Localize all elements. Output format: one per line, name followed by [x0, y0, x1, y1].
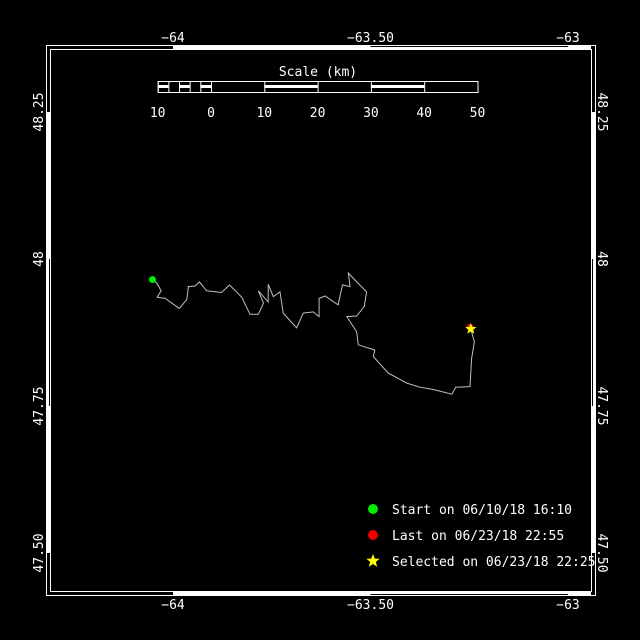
scale-bar: Scale (km) 10 0 10 20 30 40 50	[150, 65, 485, 121]
scale-bar-title: Scale (km)	[279, 65, 357, 80]
scale-bar-tick-label: 10	[256, 106, 272, 121]
scale-bar-tick-label: 10	[150, 106, 166, 121]
frame-bar-bottom	[173, 591, 371, 596]
scale-bar-segment	[370, 85, 425, 88]
frame-bar-top	[173, 45, 371, 50]
scale-bar-tick-label: 50	[470, 106, 486, 121]
scale-bar-segment	[157, 85, 169, 88]
lon-tick-label-bottom: −63	[556, 598, 579, 613]
start-marker	[148, 276, 156, 284]
lat-tick-label-right: 48.25	[594, 92, 609, 131]
lon-tick-label-top: −63.50	[347, 31, 394, 46]
lat-tick-label-left: 48.25	[32, 92, 47, 131]
last-dot-icon	[368, 530, 378, 540]
lon-tick-label-top: −63	[556, 31, 579, 46]
start-dot-icon	[368, 504, 378, 514]
lat-tick-label-left: 47.75	[32, 386, 47, 425]
scale-bar-segment	[264, 85, 318, 88]
legend-selected-label: Selected on 06/23/18 22:25	[392, 555, 596, 570]
lat-tick-label-right: 48	[594, 251, 609, 267]
scale-bar-tick-label: 40	[416, 106, 432, 121]
drifter-track-line	[152, 271, 475, 395]
scale-bar-segment	[200, 85, 211, 88]
scale-bar-tick-label: 0	[207, 106, 215, 121]
track-markers	[148, 276, 477, 334]
scale-bar-segment	[179, 85, 190, 88]
frame-bar-left	[46, 112, 51, 259]
scale-bar-tick-label: 20	[310, 106, 326, 121]
frame-bar-bottom	[568, 591, 591, 596]
frame-bar-left	[46, 259, 49, 406]
legend-last-label: Last on 06/23/18 22:55	[392, 529, 564, 544]
frame-bar-right	[591, 406, 596, 553]
selected-star-icon	[366, 554, 380, 567]
lat-tick-label-left: 47.50	[32, 533, 47, 572]
lat-tick-label-left: 48	[32, 251, 47, 267]
lon-tick-label-bottom: −64	[161, 598, 185, 613]
frame-bar-left	[46, 406, 51, 553]
lon-tick-label-top: −64	[161, 31, 185, 46]
drifter-track-map: −64 −64 −63.50 −63.50 −63 −63 48.25 48.25 48 48 47…	[32, 31, 609, 613]
legend: Start on 06/10/18 16:10 Last on 06/23/18…	[366, 503, 596, 570]
frame-bar-top	[370, 47, 568, 50]
scale-bar-tick-label: 30	[363, 106, 379, 121]
frame-bar-bottom	[370, 591, 568, 594]
lat-tick-label-right: 47.75	[594, 386, 609, 425]
legend-start-label: Start on 06/10/18 16:10	[392, 503, 572, 518]
selected-marker	[465, 323, 477, 334]
frame-bar-right	[593, 259, 596, 406]
lon-tick-label-bottom: −63.50	[347, 598, 394, 613]
frame-bar-right	[591, 112, 596, 259]
lat-tick-label-right: 47.50	[594, 533, 609, 572]
